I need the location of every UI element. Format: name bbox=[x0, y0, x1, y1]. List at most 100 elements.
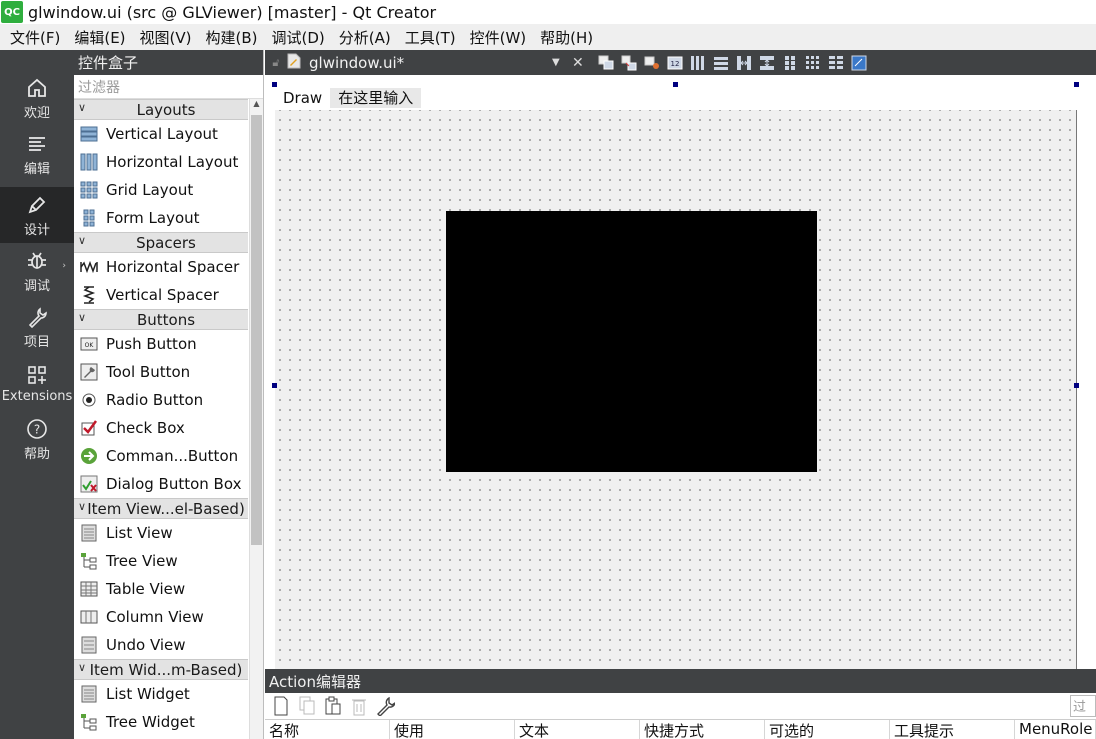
column-header-text[interactable]: 文本 bbox=[515, 720, 640, 739]
column-header-tooltip[interactable]: 工具提示 bbox=[890, 720, 1015, 739]
selection-handle[interactable] bbox=[1074, 383, 1079, 388]
edit-signals-slots-icon[interactable] bbox=[619, 53, 639, 73]
column-header-checkable[interactable]: 可选的 bbox=[765, 720, 890, 739]
form-menu-type-here[interactable]: 在这里输入 bbox=[330, 87, 422, 108]
delete-action-icon[interactable] bbox=[349, 696, 369, 716]
category-item-views[interactable]: ∨ Item View...el-Based) bbox=[74, 498, 248, 519]
widget-vertical-layout[interactable]: Vertical Layout bbox=[74, 120, 248, 148]
menu-view[interactable]: 视图(V) bbox=[133, 27, 199, 48]
widget-tree-view[interactable]: Tree View bbox=[74, 547, 248, 575]
selection-handle[interactable] bbox=[272, 82, 277, 87]
column-header-shortcut[interactable]: 快捷方式 bbox=[640, 720, 765, 739]
chevron-down-icon: ∨ bbox=[78, 101, 87, 114]
category-layouts[interactable]: ∨ Layouts bbox=[74, 99, 248, 120]
column-header-used[interactable]: 使用 bbox=[390, 720, 515, 739]
menu-file[interactable]: 文件(F) bbox=[3, 27, 67, 48]
opengl-widget[interactable] bbox=[446, 211, 817, 472]
scrollbar-thumb[interactable] bbox=[251, 115, 262, 545]
layout-vertical-splitter-icon[interactable] bbox=[757, 53, 777, 73]
mode-edit[interactable]: 编辑 bbox=[0, 126, 74, 182]
configure-action-icon[interactable] bbox=[375, 696, 395, 716]
main-window-form[interactable]: Draw 在这里输入 bbox=[275, 85, 1077, 669]
mode-debug[interactable]: 调试 › bbox=[0, 243, 74, 299]
mode-extensions[interactable]: Extensions bbox=[0, 355, 74, 411]
document-dropdown-icon[interactable]: ▼ bbox=[552, 57, 572, 68]
layout-vertical-icon[interactable] bbox=[711, 53, 731, 73]
widget-vertical-spacer[interactable]: Vertical Spacer bbox=[74, 281, 248, 309]
home-icon bbox=[24, 75, 50, 101]
widget-label: Table View bbox=[106, 580, 186, 598]
column-header-menurole[interactable]: MenuRole bbox=[1015, 720, 1096, 739]
widget-label: Dialog Button Box bbox=[106, 475, 242, 493]
widget-column-view[interactable]: Column View bbox=[74, 603, 248, 631]
pen-icon bbox=[24, 192, 50, 218]
copy-action-icon[interactable] bbox=[297, 696, 317, 716]
form-menu-draw[interactable]: Draw bbox=[275, 89, 330, 107]
column-header-name[interactable]: 名称 bbox=[265, 720, 390, 739]
widget-list-widget[interactable]: List Widget bbox=[74, 680, 248, 708]
edit-widgets-icon[interactable] bbox=[596, 53, 616, 73]
layout-horizontal-icon[interactable] bbox=[688, 53, 708, 73]
svg-text:12: 12 bbox=[671, 60, 680, 68]
mode-help[interactable]: ? 帮助 bbox=[0, 411, 74, 467]
open-file-name[interactable]: glwindow.ui* bbox=[309, 54, 552, 72]
radio-button-icon bbox=[79, 390, 99, 410]
title-bar: QC glwindow.ui (src @ GLViewer) [master]… bbox=[0, 0, 1096, 24]
scroll-up-icon[interactable]: ▲ bbox=[250, 99, 263, 113]
qt-creator-logo: QC bbox=[1, 1, 23, 23]
mode-design[interactable]: 设计 bbox=[0, 187, 74, 243]
menu-tools[interactable]: 工具(T) bbox=[398, 27, 463, 48]
category-buttons[interactable]: ∨ Buttons bbox=[74, 309, 248, 330]
paste-action-icon[interactable] bbox=[323, 696, 343, 716]
layout-grid-icon[interactable] bbox=[803, 53, 823, 73]
chevron-down-icon: ∨ bbox=[78, 661, 87, 674]
menu-analyze[interactable]: 分析(A) bbox=[332, 27, 398, 48]
mode-welcome[interactable]: 欢迎 bbox=[0, 70, 74, 126]
widget-command-link-button[interactable]: Comman...Button bbox=[74, 442, 248, 470]
menu-edit[interactable]: 编辑(E) bbox=[67, 27, 132, 48]
mode-projects[interactable]: 项目 bbox=[0, 299, 74, 355]
selection-handle[interactable] bbox=[1074, 82, 1079, 87]
widget-radio-button[interactable]: Radio Button bbox=[74, 386, 248, 414]
widget-horizontal-layout[interactable]: Horizontal Layout bbox=[74, 148, 248, 176]
menu-widgets[interactable]: 控件(W) bbox=[463, 27, 534, 48]
menu-build[interactable]: 构建(B) bbox=[199, 27, 265, 48]
action-table-header: 名称 使用 文本 快捷方式 可选的 工具提示 MenuRole bbox=[265, 719, 1096, 739]
edit-tab-order-icon[interactable]: 12 bbox=[665, 53, 685, 73]
form-design-canvas: Draw 在这里输入 bbox=[265, 75, 1096, 669]
edit-buddies-icon[interactable] bbox=[642, 53, 662, 73]
layout-horizontal-splitter-icon[interactable] bbox=[734, 53, 754, 73]
widget-check-box[interactable]: Check Box bbox=[74, 414, 248, 442]
widget-filter-input[interactable]: 过滤器 bbox=[74, 75, 263, 99]
widget-horizontal-spacer[interactable]: Horizontal Spacer bbox=[74, 253, 248, 281]
widget-box-scrollbar[interactable]: ▲ bbox=[249, 99, 263, 739]
category-label: Item View...el-Based) bbox=[87, 499, 245, 518]
widget-dialog-button-box[interactable]: Dialog Button Box bbox=[74, 470, 248, 498]
widget-push-button[interactable]: OK Push Button bbox=[74, 330, 248, 358]
category-spacers[interactable]: ∨ Spacers bbox=[74, 232, 248, 253]
menu-debug[interactable]: 调试(D) bbox=[265, 27, 332, 48]
push-button-icon: OK bbox=[79, 334, 99, 354]
vertical-layout-icon bbox=[79, 124, 99, 144]
widget-label: Check Box bbox=[106, 419, 185, 437]
widget-tree-widget[interactable]: Tree Widget bbox=[74, 708, 248, 736]
break-layout-icon[interactable] bbox=[826, 53, 846, 73]
widget-grid-layout[interactable]: Grid Layout bbox=[74, 176, 248, 204]
close-document-icon[interactable]: ✕ bbox=[572, 55, 592, 71]
new-action-icon[interactable] bbox=[271, 696, 291, 716]
action-filter-input[interactable]: 过滤 bbox=[1070, 695, 1096, 717]
widget-list-view[interactable]: List View bbox=[74, 519, 248, 547]
widget-undo-view[interactable]: Undo View bbox=[74, 631, 248, 659]
selection-handle[interactable] bbox=[272, 383, 277, 388]
menu-help[interactable]: 帮助(H) bbox=[533, 27, 600, 48]
category-item-widgets[interactable]: ∨ Item Wid...m-Based) bbox=[74, 659, 248, 680]
mode-label: Extensions bbox=[1, 389, 73, 404]
widget-form-layout[interactable]: Form Layout bbox=[74, 204, 248, 232]
layout-form-icon[interactable] bbox=[780, 53, 800, 73]
widget-tool-button[interactable]: Tool Button bbox=[74, 358, 248, 386]
column-view-icon bbox=[79, 607, 99, 627]
widget-table-view[interactable]: Table View bbox=[74, 575, 248, 603]
selection-handle[interactable] bbox=[673, 82, 678, 87]
mode-label: 调试 bbox=[23, 279, 50, 294]
adjust-size-icon[interactable] bbox=[849, 53, 869, 73]
